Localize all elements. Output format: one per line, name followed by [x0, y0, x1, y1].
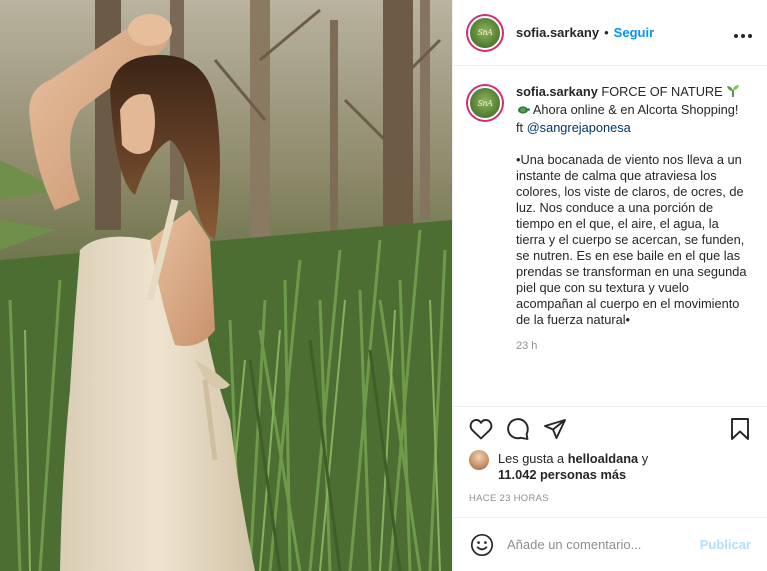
comment-icon[interactable]: [505, 416, 531, 442]
instagram-post: SnA sofia.sarkany • Seguir SnA sofia.sar…: [0, 0, 767, 571]
liker-avatar[interactable]: [469, 450, 489, 470]
caption-title: FORCE OF NATURE: [601, 84, 723, 99]
likes-count[interactable]: 11.042 personas más: [498, 467, 626, 482]
avatar-logo-text: SnA: [477, 28, 493, 37]
post-photo-illustration: [0, 0, 452, 571]
likes-summary: Les gusta a helloaldana y 11.042 persona…: [453, 450, 767, 483]
share-icon[interactable]: [542, 416, 568, 442]
brand-logo-icon: SnA: [468, 86, 502, 120]
comment-bar: Publicar: [453, 517, 767, 571]
caption-section: SnA sofia.sarkany FORCE OF NATURE Ahora …: [453, 66, 767, 406]
more-options-dots: [734, 33, 752, 38]
caption-time[interactable]: 23 h: [516, 338, 751, 354]
post-header: SnA sofia.sarkany • Seguir: [453, 0, 767, 66]
likes-prefix: Les gusta a: [498, 451, 565, 466]
header-separator: •: [604, 25, 609, 40]
header-username[interactable]: sofia.sarkany: [516, 25, 599, 40]
caption-avatar-text: SnA: [477, 98, 493, 108]
more-options-icon[interactable]: [733, 24, 753, 42]
post-side-panel: SnA sofia.sarkany • Seguir SnA sofia.sar…: [452, 0, 767, 571]
turtle-icon: [516, 104, 530, 120]
caption-username[interactable]: sofia.sarkany: [516, 84, 598, 99]
caption-ft-prefix: ft: [516, 120, 524, 135]
caption-line-2: Ahora online & en Alcorta Shopping!: [532, 102, 739, 117]
caption-first-line: sofia.sarkany FORCE OF NATURE Ahora onli…: [516, 84, 751, 136]
heart-icon[interactable]: [468, 416, 494, 442]
emoji-icon[interactable]: [469, 532, 495, 558]
likes-connector: y: [641, 451, 649, 466]
follow-button[interactable]: Seguir: [614, 25, 654, 40]
post-image[interactable]: [0, 0, 452, 571]
seedling-icon: [726, 84, 740, 102]
avatar[interactable]: SnA: [466, 13, 504, 52]
liker-username[interactable]: helloaldana: [568, 451, 638, 466]
caption-body: •Una bocanada de viento nos lleva a un i…: [516, 152, 747, 327]
likes-text: Les gusta a helloaldana y 11.042 persona…: [498, 451, 648, 483]
action-bar: [453, 406, 767, 450]
publish-button[interactable]: Publicar: [700, 537, 751, 552]
comment-input[interactable]: [507, 537, 700, 552]
brand-logo-icon: SnA: [468, 15, 502, 50]
bookmark-icon[interactable]: [727, 416, 753, 442]
caption-mention-link[interactable]: @sangrejaponesa: [527, 120, 631, 135]
caption-avatar[interactable]: SnA: [466, 84, 504, 122]
caption-text: sofia.sarkany FORCE OF NATURE Ahora onli…: [516, 84, 751, 406]
post-timestamp[interactable]: HACE 23 HORAS: [453, 483, 767, 517]
